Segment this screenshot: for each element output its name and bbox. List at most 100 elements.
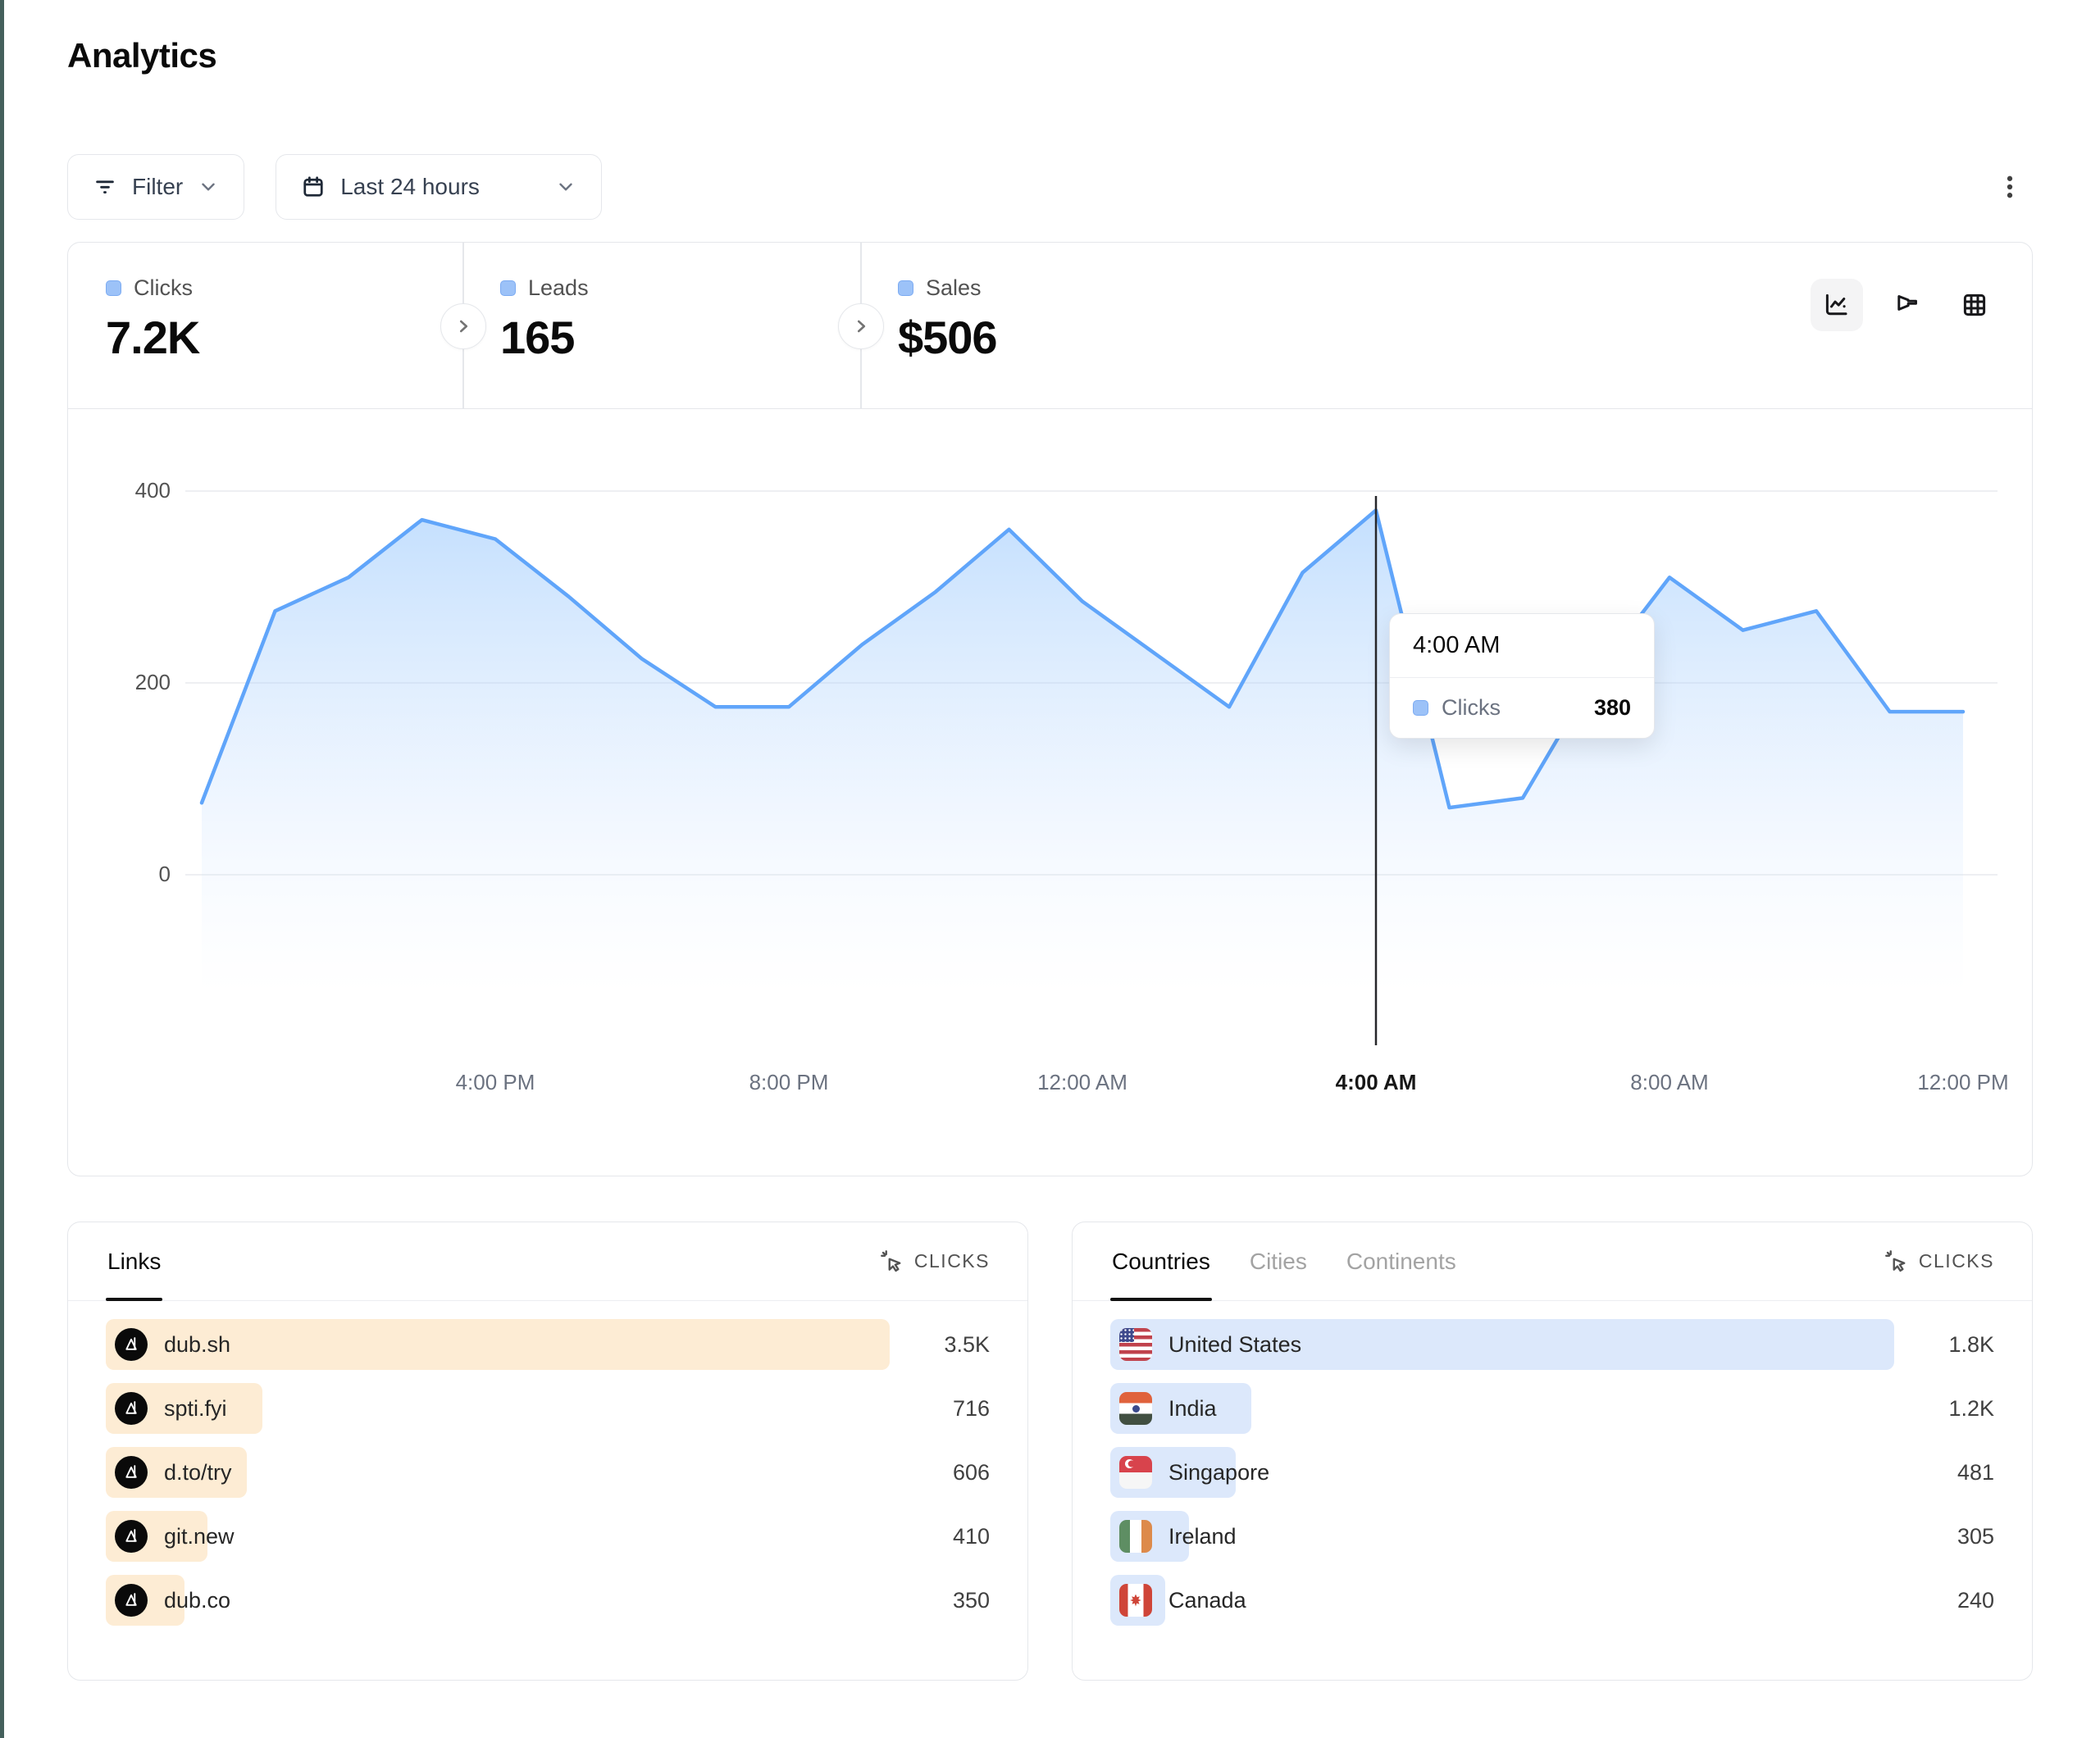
more-options-button[interactable] (1987, 164, 2033, 210)
geo-panel: Countries Cities Continents CLICKS Unite… (1072, 1222, 2033, 1681)
analytics-page: Analytics Filter Last 24 hours (0, 0, 2100, 1738)
window-edge-strip (0, 0, 4, 1738)
chevron-down-icon (198, 176, 219, 198)
tab-label: Continents (1346, 1249, 1456, 1275)
date-range-button[interactable]: Last 24 hours (276, 154, 602, 220)
tab-label: Countries (1112, 1249, 1210, 1275)
leads-legend-square (500, 280, 516, 296)
chart-plot[interactable] (185, 468, 1998, 1058)
row-label: Ireland (1168, 1524, 1237, 1549)
links-panel: Links CLICKS dub.sh 3.5K spti.fyi716 d.to/t… (67, 1222, 1028, 1681)
area-fill (202, 510, 1963, 1058)
us-flag-icon (1119, 1328, 1152, 1361)
sg-flag-icon (1119, 1456, 1152, 1489)
stat-label: Leads (528, 275, 589, 301)
row-label: India (1168, 1396, 1217, 1422)
tab-sales[interactable]: Sales $506 (860, 243, 1258, 408)
stat-label: Sales (926, 275, 982, 301)
row-value: 1.2K (1916, 1396, 1994, 1422)
clicks-legend-square (106, 280, 121, 296)
row-label: dub.sh (164, 1332, 230, 1358)
row-value: 240 (1916, 1588, 1994, 1613)
tab-label: Cities (1250, 1249, 1307, 1275)
ca-flag-icon (1119, 1584, 1152, 1617)
stat-value: 7.2K (106, 311, 462, 364)
table-view-button[interactable] (1952, 282, 1998, 328)
row-value: 606 (911, 1460, 990, 1485)
line-chart-icon (1823, 291, 1851, 319)
country-row[interactable]: Ireland 305 (1110, 1511, 1994, 1562)
row-label: dub.co (164, 1588, 230, 1613)
tab-leads[interactable]: Leads 165 (462, 243, 860, 408)
tab-links[interactable]: Links (106, 1222, 162, 1300)
links-panel-header: Links CLICKS (68, 1222, 1027, 1301)
funnel-icon (1893, 291, 1921, 319)
country-row[interactable]: India 1.2K (1110, 1383, 1994, 1434)
chevron-right-icon (850, 316, 872, 337)
tooltip-time: 4:00 AM (1390, 614, 1654, 678)
row-value: 716 (911, 1396, 990, 1422)
geo-panel-header: Countries Cities Continents CLICKS (1073, 1222, 2032, 1301)
link-row[interactable]: dub.co 350 (106, 1575, 990, 1626)
link-row[interactable]: git.new 410 (106, 1511, 990, 1562)
x-axis-tick: 8:00 PM (749, 1070, 829, 1095)
link-row[interactable]: d.to/try 606 (106, 1447, 990, 1498)
x-axis-tick: 8:00 AM (1630, 1070, 1708, 1095)
dub-logo-icon (115, 1456, 148, 1489)
countries-list: United States1.8K India 1.2K Singapore481 Ir… (1073, 1301, 2032, 1626)
metric-selector[interactable]: CLICKS (1884, 1222, 1994, 1300)
x-axis-tick: 4:00 PM (456, 1070, 535, 1095)
cursor-click-icon (880, 1249, 904, 1274)
funnel-view-button[interactable] (1884, 282, 1930, 328)
analytics-card: Clicks 7.2K Leads 165 Sales $506 (67, 242, 2033, 1176)
clicks-legend-square (1413, 700, 1428, 716)
row-value: 305 (1916, 1524, 1994, 1549)
kebab-menu-icon (1995, 172, 2025, 202)
line-chart-view-button[interactable] (1811, 279, 1863, 331)
row-value: 410 (911, 1524, 990, 1549)
row-label: d.to/try (164, 1460, 232, 1485)
stats-row: Clicks 7.2K Leads 165 Sales $506 (68, 243, 2032, 409)
links-list: dub.sh 3.5K spti.fyi716 d.to/try 606 git.new 4… (68, 1301, 1027, 1626)
row-label: git.new (164, 1524, 235, 1549)
metric-label: CLICKS (1919, 1250, 1994, 1272)
metric-selector[interactable]: CLICKS (880, 1222, 990, 1300)
x-axis-tick: 12:00 PM (1917, 1070, 2008, 1095)
filter-button-label: Filter (132, 174, 183, 200)
row-value: 3.5K (911, 1332, 990, 1358)
tooltip-value: 380 (1594, 695, 1631, 721)
dub-logo-icon (115, 1328, 148, 1361)
dub-logo-icon (115, 1520, 148, 1553)
chevron-right-icon (453, 316, 474, 337)
clicks-area-chart[interactable]: 4002000 4:00 PM8:00 PM12:00 AM4:00 AM8:0… (68, 409, 2032, 1176)
stat-label: Clicks (134, 275, 193, 301)
next-metric-button[interactable] (440, 303, 486, 349)
filter-button[interactable]: Filter (67, 154, 244, 220)
calendar-icon (301, 175, 326, 199)
tab-clicks[interactable]: Clicks 7.2K (68, 243, 462, 408)
date-range-label: Last 24 hours (340, 174, 480, 200)
row-value: 481 (1916, 1460, 1994, 1485)
link-row[interactable]: dub.sh 3.5K (106, 1319, 990, 1370)
sales-legend-square (898, 280, 913, 296)
next-metric-button[interactable] (838, 303, 884, 349)
page-title: Analytics (67, 36, 216, 75)
chart-view-switcher (1811, 279, 1998, 331)
country-row[interactable]: Singapore481 (1110, 1447, 1994, 1498)
tab-cities[interactable]: Cities (1248, 1222, 1309, 1300)
tooltip-series: Clicks (1442, 695, 1501, 721)
row-label: Canada (1168, 1588, 1246, 1613)
country-row[interactable]: United States1.8K (1110, 1319, 1994, 1370)
row-value: 350 (911, 1588, 990, 1613)
grid-icon (1961, 291, 1988, 319)
tab-continents[interactable]: Continents (1345, 1222, 1458, 1300)
row-label: United States (1168, 1332, 1301, 1358)
link-row[interactable]: spti.fyi716 (106, 1383, 990, 1434)
tab-countries[interactable]: Countries (1110, 1222, 1212, 1300)
y-axis-tick: 200 (113, 670, 171, 695)
stat-value: 165 (500, 311, 860, 364)
country-row[interactable]: Canada 240 (1110, 1575, 1994, 1626)
dub-logo-icon (115, 1584, 148, 1617)
x-axis-tick: 4:00 AM (1336, 1070, 1417, 1095)
x-axis-tick: 12:00 AM (1037, 1070, 1127, 1095)
